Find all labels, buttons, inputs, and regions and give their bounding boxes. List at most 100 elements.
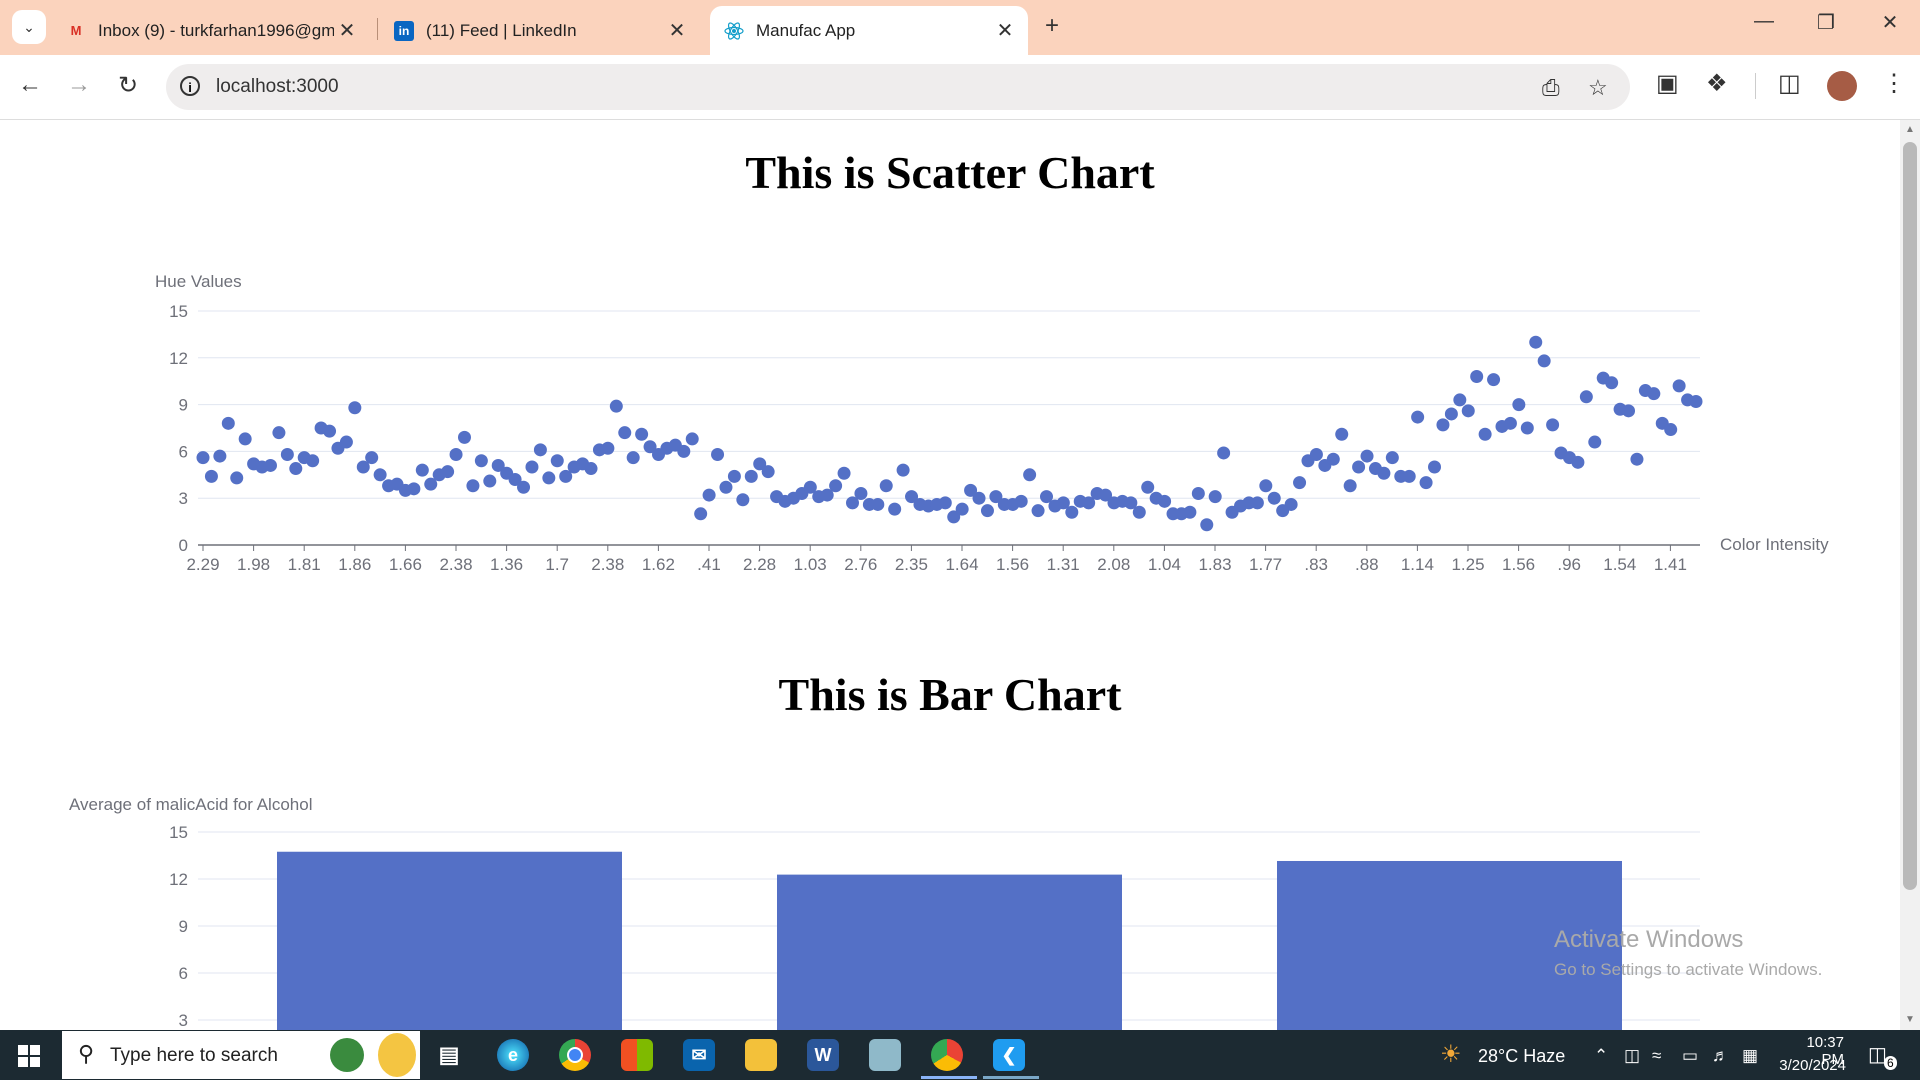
tray-chevron-up-icon[interactable]: ⌃ <box>1594 1046 1608 1066</box>
globe-icon <box>330 1038 364 1072</box>
battery-icon[interactable]: ▭ <box>1682 1046 1698 1066</box>
scatter-y-tick-label: 6 <box>179 442 188 461</box>
scatter-point <box>1588 435 1602 449</box>
scatter-point <box>1141 480 1155 494</box>
restore-icon[interactable]: ❐ <box>1806 10 1846 35</box>
taskbar-search[interactable]: ⚲ Type here to search <box>62 1031 420 1079</box>
forward-icon[interactable]: → <box>63 71 95 99</box>
mail-icon[interactable]: ✉ <box>683 1039 715 1071</box>
scatter-point <box>1132 505 1146 519</box>
scatter-point <box>1293 476 1307 490</box>
tab-gmail[interactable]: M Inbox (9) - turkfarhan1996@gmail.com ✕ <box>52 6 370 55</box>
display-icon[interactable]: ▦ <box>1742 1046 1758 1066</box>
scatter-x-tick-label: .88 <box>1355 555 1379 574</box>
scatter-point <box>1385 451 1399 465</box>
bar-y-tick-label: 12 <box>169 870 188 889</box>
file-explorer-icon[interactable] <box>745 1039 777 1071</box>
minimize-icon[interactable]: — <box>1744 10 1784 33</box>
close-window-icon[interactable]: ✕ <box>1870 10 1910 35</box>
scatter-point <box>1250 496 1264 510</box>
scatter-point <box>407 482 421 496</box>
scatter-x-tick-label: .96 <box>1557 555 1581 574</box>
chrome-profile-icon[interactable] <box>931 1039 963 1071</box>
notepad-icon[interactable] <box>869 1039 901 1071</box>
back-icon[interactable]: ← <box>14 71 46 99</box>
scatter-x-tick-label: 1.41 <box>1654 555 1687 574</box>
meet-now-icon[interactable]: ◫ <box>1624 1046 1640 1066</box>
scatter-point <box>1326 452 1340 466</box>
side-panel-icon[interactable]: ◫ <box>1778 69 1801 98</box>
scatter-point <box>457 430 471 444</box>
windows-start-icon[interactable] <box>18 1045 40 1067</box>
tab-search-button[interactable]: ⌄ <box>12 10 46 44</box>
scatter-y-tick-label: 0 <box>179 536 188 555</box>
task-view-icon[interactable]: ▤ <box>433 1039 465 1071</box>
scatter-point <box>1461 404 1475 418</box>
new-tab-button[interactable]: + <box>1045 12 1059 40</box>
close-icon[interactable]: ✕ <box>992 18 1018 43</box>
install-app-icon[interactable]: ⎙ <box>1542 75 1560 101</box>
scroll-up-icon[interactable]: ▲ <box>1900 124 1920 135</box>
scatter-point <box>1023 468 1037 482</box>
scatter-point <box>609 399 623 413</box>
scatter-x-tick-label: 1.86 <box>338 555 371 574</box>
weather-sun-icon[interactable]: ☀ <box>1440 1040 1462 1069</box>
scatter-point <box>829 479 843 493</box>
scatter-x-tick-label: 1.7 <box>545 555 569 574</box>
extensions-icon[interactable]: ❖ <box>1706 69 1728 98</box>
scatter-point <box>972 491 986 505</box>
scatter-point <box>1031 504 1045 518</box>
address-bar[interactable]: i localhost:3000 ⎙ ☆ <box>166 64 1630 110</box>
media-controls-icon[interactable]: ▣ <box>1656 69 1679 98</box>
scatter-point <box>1259 479 1273 493</box>
scatter-x-tick-label: 1.54 <box>1603 555 1636 574</box>
scatter-y-tick-label: 9 <box>179 396 188 415</box>
tab-manufac-app[interactable]: Manufac App ✕ <box>710 6 1028 55</box>
edge-icon[interactable]: e <box>497 1039 529 1071</box>
scatter-point <box>1284 497 1298 511</box>
chrome-icon[interactable] <box>559 1039 591 1071</box>
weather-text[interactable]: 28°C Haze <box>1478 1046 1565 1067</box>
url-text[interactable]: localhost:3000 <box>216 76 339 98</box>
scatter-point <box>1487 373 1501 387</box>
active-app-indicator <box>983 1076 1039 1079</box>
scatter-x-tick-label: 1.04 <box>1148 555 1181 574</box>
bookmark-star-icon[interactable]: ☆ <box>1588 75 1608 101</box>
close-icon[interactable]: ✕ <box>334 18 360 43</box>
scatter-point <box>1402 469 1416 483</box>
scatter-point <box>1343 479 1357 493</box>
page-scrollbar[interactable]: ▲ ▼ <box>1900 120 1920 1030</box>
notifications-count: 6 <box>1884 1056 1897 1070</box>
site-info-icon[interactable]: i <box>180 76 200 96</box>
scrollbar-thumb[interactable] <box>1903 142 1917 890</box>
scatter-point <box>1309 448 1323 462</box>
word-icon[interactable]: W <box>807 1039 839 1071</box>
scatter-point <box>1537 354 1551 368</box>
bar-0 <box>277 851 622 1030</box>
scatter-point <box>204 469 218 483</box>
scatter-point <box>761 465 775 479</box>
scatter-point <box>1520 421 1534 435</box>
profile-avatar[interactable] <box>1827 71 1857 101</box>
scatter-point <box>938 496 952 510</box>
scatter-point <box>474 454 488 468</box>
vscode-icon[interactable]: ❮ <box>993 1039 1025 1071</box>
scatter-point <box>323 424 337 438</box>
menu-kebab-icon[interactable]: ⋮ <box>1882 69 1906 98</box>
store-icon[interactable] <box>621 1039 653 1071</box>
wifi-icon[interactable]: ≈ <box>1652 1046 1661 1066</box>
scroll-down-icon[interactable]: ▼ <box>1900 1014 1920 1025</box>
scatter-x-tick-label: 2.76 <box>844 555 877 574</box>
volume-icon[interactable]: ♬ <box>1712 1046 1729 1066</box>
tab-strip: ⌄ M Inbox (9) - turkfarhan1996@gmail.com… <box>0 0 1920 55</box>
reload-icon[interactable]: ↻ <box>112 71 144 100</box>
search-icon: ⚲ <box>78 1041 95 1066</box>
clock-date[interactable]: 3/20/2024 <box>1776 1057 1846 1074</box>
tab-linkedin[interactable]: in (11) Feed | LinkedIn ✕ <box>380 6 700 55</box>
close-icon[interactable]: ✕ <box>664 18 690 43</box>
scatter-point <box>1428 460 1442 474</box>
scatter-x-tick-label: 2.38 <box>439 555 472 574</box>
scatter-x-tick-label: 1.14 <box>1401 555 1434 574</box>
scatter-point <box>1267 491 1281 505</box>
scatter-point <box>221 416 235 430</box>
